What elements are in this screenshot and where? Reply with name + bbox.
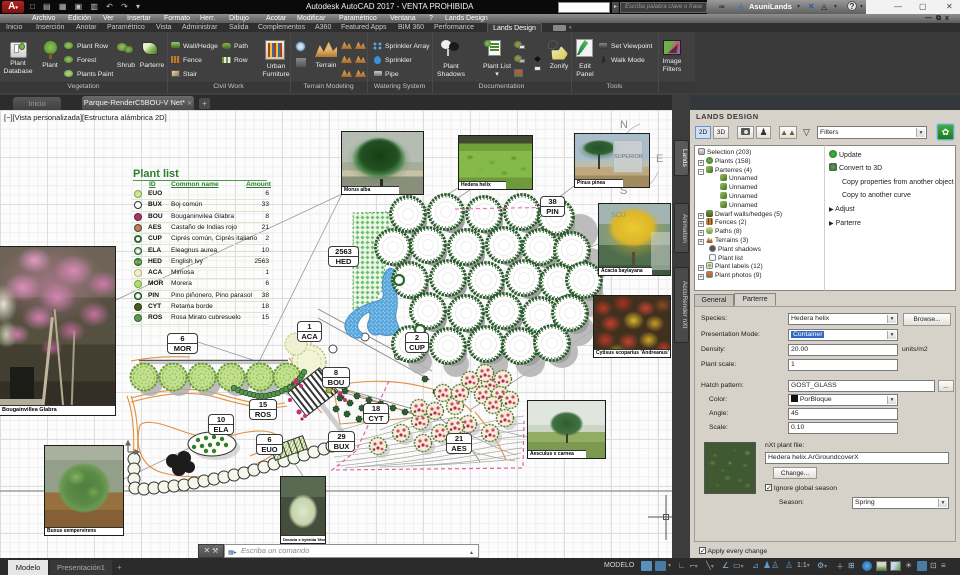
- svg-text:N: N: [620, 119, 628, 131]
- svg-text:E: E: [656, 153, 663, 165]
